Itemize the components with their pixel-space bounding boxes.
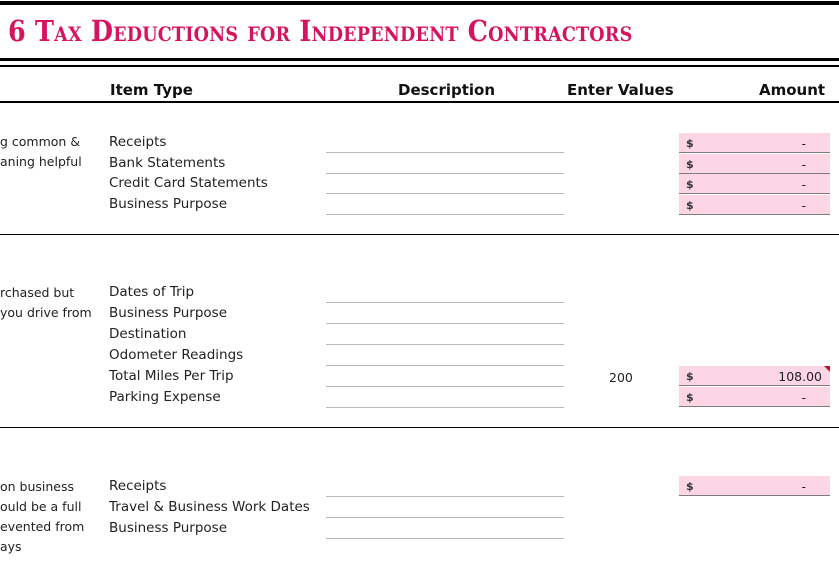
item-label: Odometer Readings	[109, 347, 244, 363]
description-input[interactable]	[326, 214, 564, 215]
amount-value: -	[801, 390, 806, 405]
page-title: 6 Tax Deductions for Independent Contrac…	[8, 14, 633, 48]
description-input[interactable]	[326, 323, 564, 324]
section-note-line: evented from	[0, 519, 85, 534]
item-label: Parking Expense	[109, 389, 221, 405]
comment-indicator-icon[interactable]	[824, 366, 830, 372]
item-label: Bank Statements	[109, 155, 226, 171]
currency-symbol: $	[686, 370, 694, 383]
item-label: Total Miles Per Trip	[109, 368, 234, 384]
amount-cell[interactable]: $ -	[679, 174, 830, 194]
description-input[interactable]	[326, 538, 564, 539]
amount-value: -	[801, 479, 806, 494]
description-input[interactable]	[326, 365, 564, 366]
amount-cell[interactable]: $ -	[679, 133, 830, 153]
item-label: Destination	[109, 326, 187, 342]
amount-value: -	[801, 157, 806, 172]
amount-cell[interactable]: $ 108.00	[679, 366, 830, 386]
amount-value: -	[801, 198, 806, 213]
amount-value: -	[801, 177, 806, 192]
currency-symbol: $	[686, 137, 694, 150]
currency-symbol: $	[686, 178, 694, 191]
column-header-item-type: Item Type	[110, 81, 193, 99]
title-border-thin	[0, 65, 839, 67]
section-note-line: rchased but	[0, 285, 75, 300]
column-header-description: Description	[398, 81, 496, 99]
description-input[interactable]	[326, 193, 564, 194]
header-underline	[0, 101, 839, 103]
amount-cell[interactable]: $ -	[679, 387, 830, 407]
item-label: Receipts	[109, 134, 167, 150]
title-border-thick	[0, 58, 839, 61]
description-input[interactable]	[326, 152, 564, 153]
amount-value: 108.00	[778, 369, 822, 384]
item-label: Business Purpose	[109, 305, 227, 321]
currency-symbol: $	[686, 199, 694, 212]
currency-symbol: $	[686, 480, 694, 493]
currency-symbol: $	[686, 158, 694, 171]
section-note-line: aning helpful	[0, 154, 82, 169]
currency-symbol: $	[686, 391, 694, 404]
section-note-line: g common &	[0, 134, 81, 149]
amount-cell[interactable]: $ -	[679, 195, 830, 215]
section-note-line: ays	[0, 539, 22, 554]
description-input[interactable]	[326, 386, 564, 387]
item-label: Travel & Business Work Dates	[109, 499, 310, 515]
column-header-amount: Amount	[759, 81, 826, 99]
description-input[interactable]	[326, 517, 564, 518]
description-input[interactable]	[326, 496, 564, 497]
enter-value-input[interactable]: 200	[609, 370, 633, 385]
section-note-line: on business	[0, 479, 75, 494]
section-note-line: ould be a full	[0, 499, 82, 514]
item-label: Business Purpose	[109, 196, 227, 212]
item-label: Business Purpose	[109, 520, 227, 536]
item-label: Dates of Trip	[109, 284, 195, 300]
description-input[interactable]	[326, 407, 564, 408]
section-divider	[0, 427, 839, 428]
item-label: Receipts	[109, 478, 167, 494]
item-label: Credit Card Statements	[109, 175, 268, 191]
column-header-enter-values: Enter Values	[567, 81, 674, 99]
section-note-line: you drive from	[0, 305, 92, 320]
top-border	[0, 1, 839, 5]
section-divider	[0, 234, 839, 235]
amount-cell[interactable]: $ -	[679, 154, 830, 174]
description-input[interactable]	[326, 302, 564, 303]
description-input[interactable]	[326, 173, 564, 174]
amount-cell[interactable]: $ -	[679, 476, 830, 496]
description-input[interactable]	[326, 344, 564, 345]
amount-value: -	[801, 136, 806, 151]
